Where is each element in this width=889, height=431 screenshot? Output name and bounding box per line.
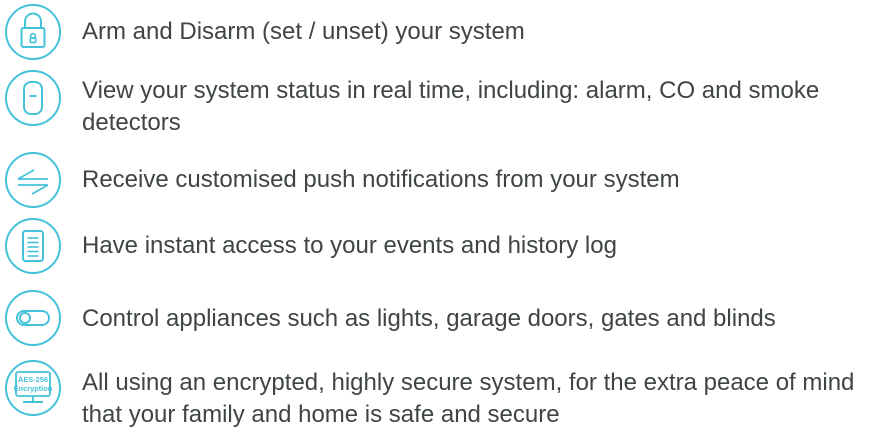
feature-text: Receive customised push notifications fr… bbox=[82, 166, 680, 193]
encryption-icon: AES-256 Encryption bbox=[4, 359, 62, 417]
feature-text: Arm and Disarm (set / unset) your system bbox=[82, 18, 525, 45]
feature-text: View your system status in real time, in… bbox=[82, 77, 820, 136]
feature-text: All using an encrypted, highly secure sy… bbox=[82, 369, 855, 428]
feature-list: Arm and Disarm (set / unset) your system… bbox=[0, 0, 889, 428]
log-icon bbox=[4, 217, 62, 275]
padlock-icon bbox=[4, 3, 62, 61]
encryption-badge-line2: Encryption bbox=[14, 384, 53, 393]
detector-icon bbox=[4, 69, 62, 127]
switch-icon bbox=[4, 289, 62, 347]
feature-text: Control appliances such as lights, garag… bbox=[82, 305, 776, 332]
encryption-badge-line1: AES-256 bbox=[18, 375, 48, 384]
arrows-icon bbox=[4, 151, 62, 209]
feature-text: Have instant access to your events and h… bbox=[82, 232, 617, 259]
